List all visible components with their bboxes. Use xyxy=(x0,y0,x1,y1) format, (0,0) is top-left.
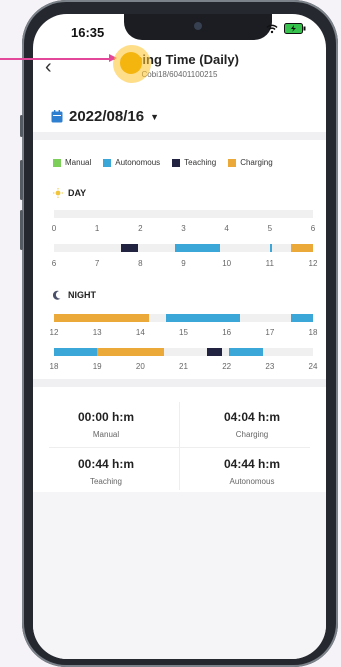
timeline-segment-charging xyxy=(54,314,149,322)
timeline-tick-label: 13 xyxy=(92,328,102,337)
legend-swatch xyxy=(53,158,61,167)
annotation-pointer-line xyxy=(0,58,115,60)
timeline-tick-label: 12 xyxy=(49,328,59,337)
app-screen: 16:35 ‹ eaning Time (Daily) Cobi18/60401… xyxy=(33,14,326,659)
night-timeline-row-2 xyxy=(54,348,313,356)
timeline-segment-autonomous xyxy=(54,348,98,356)
summary-charging: 04:04 h:m Charging xyxy=(223,410,281,439)
timeline-tick-label: 2 xyxy=(138,224,143,233)
timeline-segment-autonomous xyxy=(228,348,264,356)
legend-swatch xyxy=(103,158,112,167)
page-title: eaning Time (Daily) xyxy=(120,52,239,67)
section-divider xyxy=(33,379,326,387)
timeline-segment-charging xyxy=(97,348,165,356)
timeline-tick-label: 17 xyxy=(265,328,275,337)
timeline-tick-label: 6 xyxy=(310,224,316,233)
timeline-tick-label: 4 xyxy=(224,224,229,233)
timeline-tick-label: 1 xyxy=(94,224,100,233)
timeline-tick-label: 0 xyxy=(51,224,57,233)
night-section-title: NIGHT xyxy=(53,290,96,300)
status-time: 16:35 xyxy=(71,25,105,40)
timeline-tick-label: 23 xyxy=(265,362,275,371)
day-section-title: DAY xyxy=(53,188,86,198)
legend-item-teaching: Teaching xyxy=(172,158,216,167)
timeline-tick-label: 10 xyxy=(222,259,232,268)
summary-teaching: 00:44 h:m Teaching xyxy=(77,457,135,486)
timeline-segment-charging xyxy=(291,244,313,252)
legend-swatch xyxy=(172,158,181,167)
page-header: ‹ eaning Time (Daily) Cobi18/60401100215 xyxy=(33,46,326,92)
summary-manual: 00:00 h:m Manual xyxy=(77,410,135,439)
timeline-tick-label: 9 xyxy=(181,259,186,268)
timeline-segment-autonomous xyxy=(166,314,240,322)
timeline-segment-teaching xyxy=(207,348,223,356)
empty-content-area xyxy=(33,492,326,659)
device-id: Cobi18/60401100215 xyxy=(141,70,218,79)
day-timeline-row-1 xyxy=(54,210,313,218)
moon-icon xyxy=(53,290,61,300)
caret-down-icon: ▼ xyxy=(150,111,159,122)
calendar-icon xyxy=(51,110,63,123)
summary-divider-horizontal xyxy=(49,447,310,448)
summary-autonomous: 04:44 h:m Autonomous xyxy=(223,457,281,486)
timeline-tick-label: 18 xyxy=(49,362,59,371)
legend-item-autonomous: Autonomous xyxy=(103,158,160,167)
timeline-tick-label: 16 xyxy=(222,328,232,337)
timeline-tick-label: 11 xyxy=(265,259,274,268)
wifi-icon xyxy=(266,24,278,33)
notch xyxy=(124,14,272,40)
summary-divider-vertical xyxy=(179,402,180,490)
date-selector[interactable]: 2022/08/16 ▼ xyxy=(51,108,159,125)
timeline-tick-label: 7 xyxy=(94,259,100,268)
date-value: 2022/08/16 xyxy=(69,108,145,125)
battery-icon xyxy=(284,23,306,34)
legend-swatch xyxy=(228,158,237,167)
day-timeline-row-2 xyxy=(54,244,313,252)
timeline-tick-label: 20 xyxy=(135,362,145,371)
volume-up-button xyxy=(20,160,23,200)
timeline-tick-label: 6 xyxy=(51,259,57,268)
legend-item-charging: Charging xyxy=(228,158,273,167)
legend: Manual Autonomous Teaching Charging xyxy=(53,158,273,167)
timeline-tick-label: 14 xyxy=(135,328,145,337)
timeline-segment-autonomous xyxy=(269,244,272,252)
timeline-segment-autonomous xyxy=(291,314,313,322)
timeline-tick-label: 19 xyxy=(92,362,102,371)
timeline-tick-label: 15 xyxy=(179,328,188,337)
timeline-tick-label: 3 xyxy=(181,224,186,233)
sun-icon xyxy=(53,188,63,198)
timeline-tick-label: 8 xyxy=(138,259,143,268)
touch-indicator-center xyxy=(120,52,142,74)
timeline-tick-label: 12 xyxy=(308,259,318,268)
mute-switch xyxy=(20,115,23,137)
timeline-tick-label: 24 xyxy=(308,362,318,371)
volume-down-button xyxy=(20,210,23,250)
legend-item-manual: Manual xyxy=(53,158,91,167)
timeline-segment-teaching xyxy=(120,244,139,252)
timeline-tick-label: 21 xyxy=(179,362,188,371)
timeline-segment-autonomous xyxy=(174,244,221,252)
night-timeline-row-1 xyxy=(54,314,313,322)
section-divider xyxy=(33,132,326,140)
status-icons xyxy=(266,23,306,34)
camera-icon xyxy=(194,22,202,30)
timeline-tick-label: 22 xyxy=(222,362,232,371)
timeline-tick-label: 5 xyxy=(267,224,273,233)
summary-grid: 00:00 h:m Manual 04:04 h:m Charging 00:4… xyxy=(33,394,326,498)
timeline-tick-label: 18 xyxy=(308,328,318,337)
